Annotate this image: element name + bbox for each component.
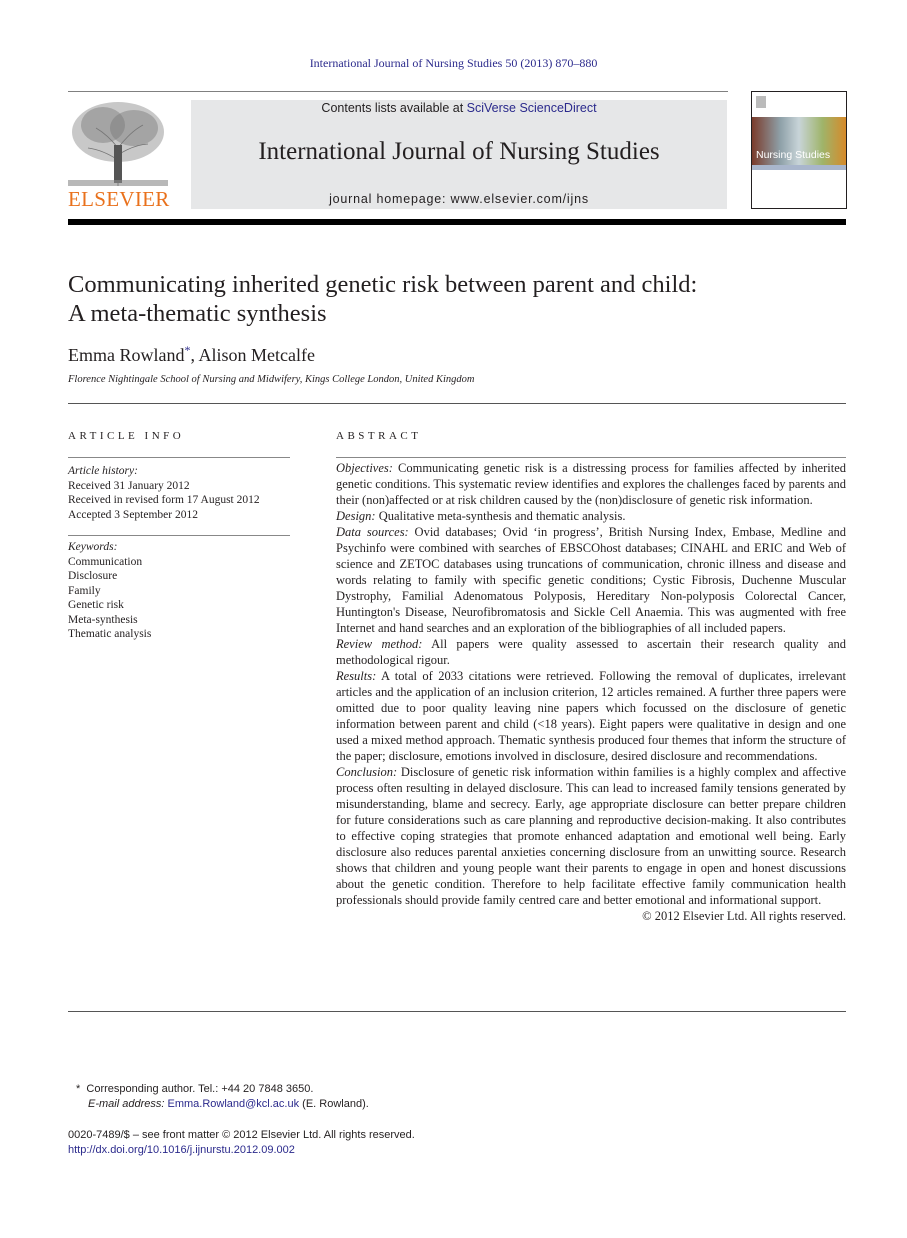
abstract-conclusion: Conclusion: Disclosure of genetic risk i… xyxy=(336,764,846,908)
elsevier-wordmark: ELSEVIER xyxy=(68,187,170,211)
keywords-label: Keywords: xyxy=(68,541,118,553)
author-1: Emma Rowland xyxy=(68,345,185,365)
section-text: A total of 2033 citations were retrieved… xyxy=(336,669,847,763)
corresponding-author: Corresponding author. Tel.: +44 20 7848 … xyxy=(86,1083,314,1095)
section-label: Data sources: xyxy=(336,525,409,539)
section-text: Disclosure of genetic risk information w… xyxy=(336,765,846,907)
history-label: Article history: xyxy=(68,465,138,477)
email-label: E-mail address: xyxy=(88,1098,165,1110)
section-label: Design: xyxy=(336,509,376,523)
copyright: © 2012 Elsevier Ltd. All rights reserved… xyxy=(642,909,846,923)
elsevier-logo[interactable]: ELSEVIER xyxy=(68,100,170,212)
footnote-mark: * xyxy=(76,1083,81,1095)
divider xyxy=(68,457,290,458)
section-text: Communicating genetic risk is a distress… xyxy=(336,461,846,507)
journal-cover-thumbnail[interactable]: Nursing Studies xyxy=(751,91,847,209)
section-text: Ovid databases; Ovid ‘in progress’, Brit… xyxy=(336,525,847,635)
title-line-2: A meta-thematic synthesis xyxy=(68,300,327,327)
front-matter: 0020-7489/$ – see front matter © 2012 El… xyxy=(68,1128,415,1158)
journal-title: International Journal of Nursing Studies xyxy=(258,138,660,165)
elsevier-tree-icon xyxy=(68,102,168,186)
contents-prefix: Contents lists available at xyxy=(321,101,467,115)
keyword: Disclosure xyxy=(68,570,118,582)
divider xyxy=(68,403,846,404)
header-thick-rule xyxy=(68,219,846,225)
divider xyxy=(68,535,290,536)
divider xyxy=(68,1011,846,1012)
section-label: Results: xyxy=(336,669,377,683)
homepage-prefix: journal homepage: xyxy=(329,192,451,206)
abstract-results: Results: A total of 2033 citations were … xyxy=(336,668,846,764)
abstract-body: Objectives: Communicating genetic risk i… xyxy=(336,460,846,924)
abstract-objectives: Objectives: Communicating genetic risk i… xyxy=(336,460,846,508)
abstract-design: Design: Qualitative meta-synthesis and t… xyxy=(336,508,846,524)
article-history: Article history: Received 31 January 201… xyxy=(68,464,260,522)
history-item: Received 31 January 2012 xyxy=(68,479,190,492)
title-line-1: Communicating inherited genetic risk bet… xyxy=(68,271,698,298)
article-info-heading: ARTICLE INFO xyxy=(68,430,185,442)
keyword: Family xyxy=(68,584,101,597)
doi-link[interactable]: http://dx.doi.org/10.1016/j.ijnurstu.201… xyxy=(68,1144,295,1156)
section-text: Qualitative meta-synthesis and thematic … xyxy=(378,509,626,523)
keyword: Meta-synthesis xyxy=(68,613,138,626)
keywords: Keywords: Communication Disclosure Famil… xyxy=(68,540,151,642)
keyword: Communication xyxy=(68,555,143,568)
footnote: * Corresponding author. Tel.: +44 20 784… xyxy=(76,1082,369,1112)
abstract-heading: ABSTRACT xyxy=(336,430,422,442)
keyword: Genetic risk xyxy=(68,599,124,611)
cover-band xyxy=(752,165,846,170)
authors: Emma Rowland*, Alison Metcalfe xyxy=(68,343,315,366)
cover-publisher-icon xyxy=(756,96,766,108)
affiliation: Florence Nightingale School of Nursing a… xyxy=(68,374,475,385)
issn-line: 0020-7489/$ – see front matter © 2012 El… xyxy=(68,1129,415,1141)
email-link[interactable]: Emma.Rowland@kcl.ac.uk xyxy=(167,1098,299,1110)
homepage-link[interactable]: www.elsevier.com/ijns xyxy=(451,192,589,206)
running-head[interactable]: International Journal of Nursing Studies… xyxy=(0,56,907,71)
history-item: Accepted 3 September 2012 xyxy=(68,508,198,521)
email-suffix: (E. Rowland). xyxy=(299,1098,369,1110)
author-separator: , xyxy=(190,345,199,365)
section-label: Conclusion: xyxy=(336,765,398,779)
article-title: Communicating inherited genetic risk bet… xyxy=(68,270,848,328)
cover-title: Nursing Studies xyxy=(756,149,831,161)
section-label: Review method: xyxy=(336,637,423,651)
contents-line: Contents lists available at SciVerse Sci… xyxy=(191,101,727,115)
keyword: Thematic analysis xyxy=(68,628,152,640)
homepage-line: journal homepage: www.elsevier.com/ijns xyxy=(191,192,727,206)
abstract-review-method: Review method: All papers were quality a… xyxy=(336,636,846,668)
divider xyxy=(336,457,846,458)
header-rule xyxy=(68,91,728,92)
abstract-data-sources: Data sources: Ovid databases; Ovid ‘in p… xyxy=(336,524,846,636)
journal-banner: Contents lists available at SciVerse Sci… xyxy=(191,100,727,209)
sciencedirect-link[interactable]: SciVerse ScienceDirect xyxy=(467,101,597,115)
section-label: Objectives: xyxy=(336,461,393,475)
history-item: Received in revised form 17 August 2012 xyxy=(68,494,260,506)
author-2: Alison Metcalfe xyxy=(198,345,315,365)
